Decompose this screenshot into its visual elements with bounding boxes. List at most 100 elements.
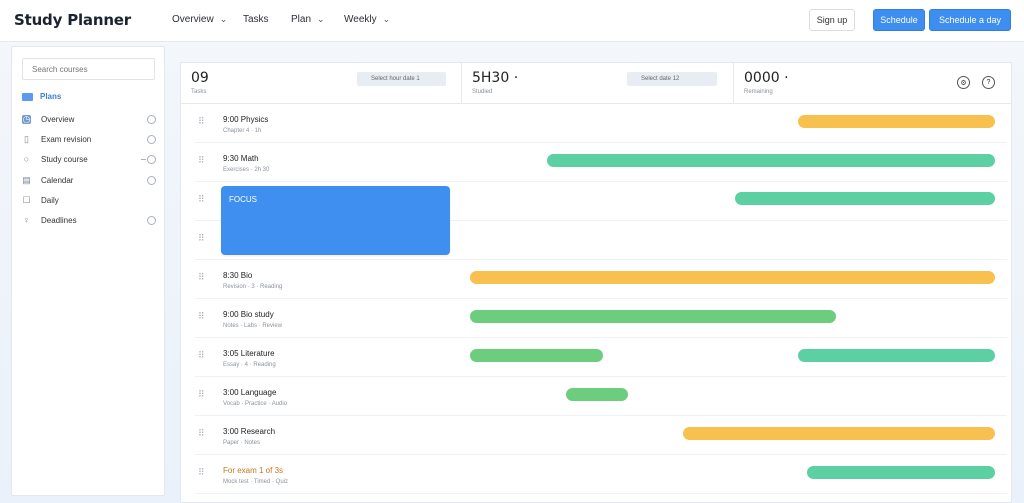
schedule-row[interactable]: ⠿ 3:00 Research Paper · Notes [195, 416, 1007, 455]
drag-handle-icon[interactable]: ⠿ [198, 351, 206, 362]
nav-label: Plan [291, 14, 312, 25]
sidebar-item-label: Daily [41, 195, 59, 205]
row-meta: Notes · Labs · Review [223, 323, 283, 329]
clock-icon: ◷ [22, 113, 31, 124]
stat-studied: 5H30 · Studied Select date 12 [462, 63, 734, 103]
bookmark-icon: ▯ [24, 133, 29, 144]
sidebar-item-deadlines[interactable]: ♀ Deadlines [22, 213, 156, 227]
stat-value: 0000 · [744, 70, 789, 86]
schedule-row[interactable]: ⠿ 3:05 Literature Essay · 4 · Reading [195, 338, 1007, 377]
row-meta: Exercises · 2h 30 [223, 167, 270, 173]
drag-handle-icon[interactable]: ⠿ [198, 468, 206, 479]
help-icon[interactable]: ? [982, 76, 995, 89]
folder-icon [22, 92, 33, 101]
schedule-row[interactable]: ⠿ 9:00 Physics Chapter 4 · 1h [195, 104, 1007, 143]
pin-icon: ♀ [23, 214, 30, 225]
schedule-row[interactable]: ⠿ 9:30 Math Exercises · 2h 30 [195, 143, 1007, 182]
checkbox-icon: ☐ [22, 194, 31, 205]
row-meta: Revision · 3 · Reading [223, 284, 283, 290]
schedule-row[interactable]: ⠿ 8:30 Bio Revision · 3 · Reading [195, 260, 1007, 299]
drag-handle-icon[interactable]: ⠿ [198, 117, 206, 128]
sidebar: Plans ◷ Overview ▯ Exam revision ○ Study… [11, 46, 165, 496]
task-bar[interactable] [566, 388, 628, 401]
row-title: 3:05 Literature [223, 349, 275, 358]
radio-button[interactable] [147, 154, 156, 164]
nav-label: Weekly [344, 14, 377, 25]
task-bar[interactable] [683, 427, 995, 440]
row-meta: Chapter 4 · 1h [223, 128, 262, 134]
focus-block[interactable]: FOCUS [221, 186, 450, 255]
sidebar-item-daily[interactable]: ☐ Daily [22, 193, 156, 207]
chevron-down-icon: ⌄ [219, 14, 228, 24]
sidebar-item-study-course[interactable]: ○ Study course [22, 152, 156, 166]
search-input[interactable] [22, 58, 155, 80]
sidebar-item-label: Deadlines [41, 215, 77, 225]
date-select[interactable]: Select date 12 [627, 72, 717, 86]
nav-tasks[interactable]: Tasks [243, 14, 269, 25]
row-meta: Mock test · Timed · Quiz [223, 479, 289, 485]
sidebar-heading-label: Plans [40, 92, 62, 101]
row-title: 3:00 Research [223, 427, 276, 436]
schedule-panel: 09 Tasks Select hour date 1 5H30 · Studi… [180, 62, 1012, 503]
radio-button[interactable] [147, 175, 156, 185]
circle-icon: ○ [23, 153, 30, 164]
sidebar-item-label: Calendar [41, 175, 74, 185]
task-bar[interactable] [470, 271, 995, 284]
date-select[interactable]: Select hour date 1 [357, 72, 446, 86]
calendar-icon: ▤ [22, 174, 31, 185]
focus-block-title: FOCUS [229, 195, 257, 204]
drag-handle-icon[interactable]: ⠿ [198, 429, 206, 440]
stat-tasks: 09 Tasks Select hour date 1 [181, 63, 462, 103]
nav-overview[interactable]: Overview ⌄ [172, 14, 227, 25]
nav-weekly[interactable]: Weekly ⌄ [344, 14, 390, 25]
task-bar[interactable] [470, 349, 603, 362]
sidebar-item-exam-revision[interactable]: ▯ Exam revision [22, 132, 156, 146]
nav-label: Overview [172, 14, 214, 25]
schedule-row[interactable]: ⠿ For exam 1 of 3s Mock test · Timed · Q… [195, 455, 1007, 494]
drag-handle-icon[interactable]: ⠿ [198, 390, 206, 401]
row-meta: Essay · 4 · Reading [223, 362, 276, 368]
chevron-down-icon: ⌄ [317, 14, 325, 24]
task-bar[interactable] [470, 310, 836, 323]
row-meta: Vocab · Practice · Audio [223, 401, 288, 407]
radio-button[interactable] [147, 114, 156, 124]
stat-value: 5H30 · [472, 70, 519, 86]
drag-handle-icon[interactable]: ⠿ [198, 312, 206, 323]
task-bar[interactable] [798, 349, 995, 362]
sidebar-heading[interactable]: Plans [22, 92, 61, 101]
drag-handle-icon[interactable]: ⠿ [198, 234, 206, 245]
schedule-button[interactable]: Schedule [873, 9, 925, 31]
task-bar[interactable] [807, 466, 995, 479]
stat-label: Tasks [191, 89, 207, 95]
stat-value: 09 [191, 70, 209, 86]
row-title: 9:30 Math [223, 154, 259, 163]
row-meta: Paper · Notes [223, 440, 261, 446]
sidebar-item-label: Overview [41, 114, 75, 124]
chevron-down-icon: ⌄ [382, 14, 391, 24]
schedule-row[interactable]: ⠿ 3:00 Language Vocab · Practice · Audio [195, 377, 1007, 416]
radio-button[interactable] [147, 134, 156, 144]
sidebar-item-label: Study course [41, 154, 88, 164]
drag-handle-icon[interactable]: ⠿ [198, 273, 206, 284]
drag-handle-icon[interactable]: ⠿ [198, 195, 206, 206]
settings-icon[interactable]: ⚙ [957, 76, 970, 89]
row-title: 3:00 Language [223, 388, 277, 397]
task-bar[interactable] [547, 154, 995, 167]
sign-up-button[interactable]: Sign up [809, 9, 855, 31]
row-title: 9:00 Bio study [223, 310, 274, 319]
stat-label: Studied [472, 89, 493, 95]
sidebar-item-overview[interactable]: ◷ Overview [22, 112, 156, 126]
task-bar[interactable] [735, 192, 995, 205]
stat-remaining: 0000 · Remaining ⚙ ? [734, 63, 1011, 103]
row-title: 9:00 Physics [223, 115, 269, 124]
drag-handle-icon[interactable]: ⠿ [198, 156, 206, 167]
sidebar-item-calendar[interactable]: ▤ Calendar [22, 173, 156, 187]
app-title: Study Planner [14, 11, 131, 29]
task-bar[interactable] [798, 115, 995, 128]
top-bar: Study Planner Overview ⌄ Tasks Plan ⌄ We… [0, 0, 1024, 42]
radio-button[interactable] [147, 215, 156, 225]
schedule-day-button[interactable]: Schedule a day [929, 9, 1011, 31]
schedule-row[interactable]: ⠿ 9:00 Bio study Notes · Labs · Review [195, 299, 1007, 338]
slider-icon [141, 158, 146, 160]
nav-plan[interactable]: Plan ⌄ [291, 14, 325, 25]
